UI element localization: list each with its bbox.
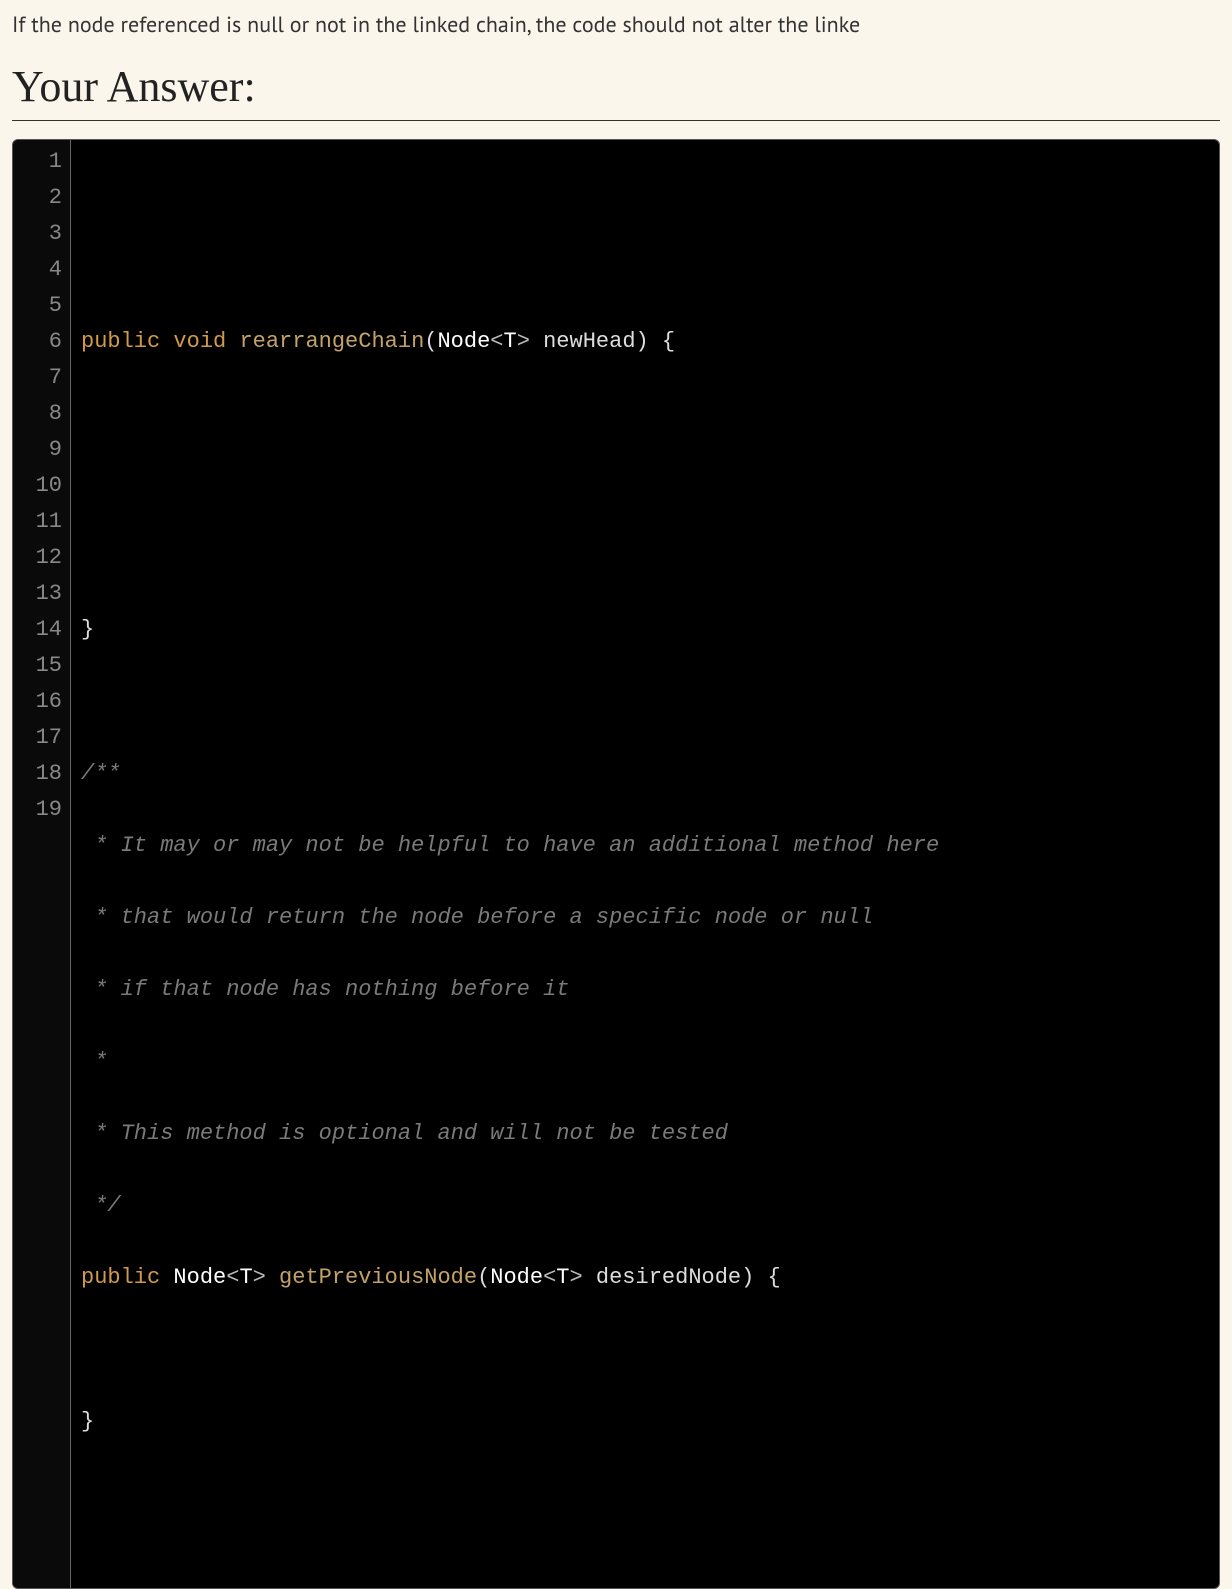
open-paren: (: [477, 1265, 490, 1290]
code-line[interactable]: [81, 396, 1209, 432]
keyword-public: public: [81, 329, 160, 354]
line-number: 5: [13, 288, 62, 324]
answer-heading: Your Answer:: [0, 41, 1232, 120]
line-number: 10: [13, 468, 62, 504]
line-number: 1: [13, 144, 62, 180]
code-content[interactable]: public void rearrangeChain(Node<T> newHe…: [71, 140, 1219, 1588]
line-number: 11: [13, 504, 62, 540]
line-number: 8: [13, 396, 62, 432]
line-number-gutter: 1 2 3 4 5 6 7 8 9 10 11 12 13 14 15 16 1…: [13, 140, 71, 1588]
generic-type: T: [556, 1265, 569, 1290]
close-paren: ): [741, 1265, 754, 1290]
line-number: 14: [13, 612, 62, 648]
code-line[interactable]: }: [81, 1404, 1209, 1440]
line-number: 4: [13, 252, 62, 288]
angle-bracket: >: [253, 1265, 266, 1290]
line-number: 17: [13, 720, 62, 756]
code-line[interactable]: [81, 252, 1209, 288]
code-line[interactable]: [81, 1476, 1209, 1512]
code-line-comment[interactable]: /**: [81, 756, 1209, 792]
code-line[interactable]: public Node<T> getPreviousNode(Node<T> d…: [81, 1260, 1209, 1296]
code-line[interactable]: }: [81, 612, 1209, 648]
line-number: 2: [13, 180, 62, 216]
line-number: 18: [13, 756, 62, 792]
open-brace: {: [649, 329, 675, 354]
function-name: rearrangeChain: [239, 329, 424, 354]
line-number: 3: [13, 216, 62, 252]
line-number: 16: [13, 684, 62, 720]
code-line-comment[interactable]: */: [81, 1188, 1209, 1224]
code-line-comment[interactable]: * that would return the node before a sp…: [81, 900, 1209, 936]
close-brace: }: [81, 617, 94, 642]
function-name: getPreviousNode: [266, 1265, 477, 1290]
keyword-public: public: [81, 1265, 160, 1290]
open-paren: (: [424, 329, 437, 354]
angle-bracket: >: [517, 329, 530, 354]
angle-bracket: <: [543, 1265, 556, 1290]
code-line[interactable]: [81, 468, 1209, 504]
code-line-comment[interactable]: * This method is optional and will not b…: [81, 1116, 1209, 1152]
generic-type: T: [504, 329, 517, 354]
keyword-void: void: [173, 329, 226, 354]
code-line[interactable]: [81, 684, 1209, 720]
code-line-comment[interactable]: * if that node has nothing before it: [81, 972, 1209, 1008]
code-line[interactable]: public void rearrangeChain(Node<T> newHe…: [81, 324, 1209, 360]
code-line-comment[interactable]: * It may or may not be helpful to have a…: [81, 828, 1209, 864]
code-editor[interactable]: 1 2 3 4 5 6 7 8 9 10 11 12 13 14 15 16 1…: [12, 139, 1220, 1589]
line-number: 15: [13, 648, 62, 684]
open-brace: {: [754, 1265, 780, 1290]
angle-bracket: <: [490, 329, 503, 354]
code-line[interactable]: [81, 180, 1209, 216]
instruction-text: If the node referenced is null or not in…: [0, 0, 1232, 41]
parameter: newHead: [530, 329, 636, 354]
angle-bracket: <: [226, 1265, 239, 1290]
code-line[interactable]: [81, 1332, 1209, 1368]
type-name: Node: [490, 1265, 543, 1290]
type-name: Node: [437, 329, 490, 354]
code-line-comment[interactable]: *: [81, 1044, 1209, 1080]
code-line[interactable]: [81, 540, 1209, 576]
angle-bracket: >: [570, 1265, 583, 1290]
line-number: 19: [13, 792, 62, 828]
line-number: 7: [13, 360, 62, 396]
line-number: 6: [13, 324, 62, 360]
line-number: 12: [13, 540, 62, 576]
line-number: 13: [13, 576, 62, 612]
heading-underline: [12, 120, 1220, 121]
parameter: desiredNode: [583, 1265, 741, 1290]
close-brace: }: [81, 1409, 94, 1434]
line-number: 9: [13, 432, 62, 468]
generic-type: T: [239, 1265, 252, 1290]
close-paren: ): [636, 329, 649, 354]
return-type: Node: [173, 1265, 226, 1290]
